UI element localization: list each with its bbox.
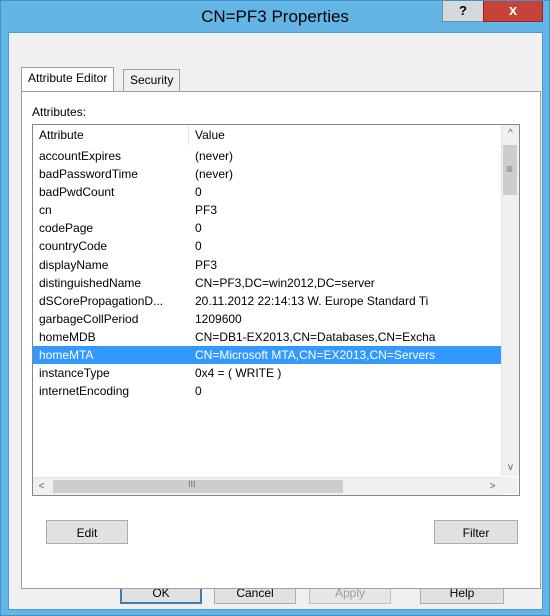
list-row[interactable]: instanceType 0x4 = ( WRITE ) bbox=[33, 364, 501, 382]
grip-icon: ≡ bbox=[506, 162, 514, 176]
help-title-button[interactable]: ? bbox=[442, 1, 484, 22]
attr-value: 0 bbox=[195, 185, 202, 200]
list-row[interactable]: displayName PF3 bbox=[33, 256, 501, 274]
scroll-corner bbox=[501, 477, 518, 494]
list-row[interactable]: badPwdCount 0 bbox=[33, 183, 501, 201]
list-row[interactable]: homeMDB CN=DB1-EX2013,CN=Databases,CN=Exc… bbox=[33, 328, 501, 346]
list-row-selected[interactable]: homeMTA CN=Microsoft MTA,CN=EX2013,CN=Ser… bbox=[33, 346, 501, 365]
list-row[interactable]: dSCorePropagationD... 20.11.2012 22:14:13… bbox=[33, 292, 501, 310]
attr-value: 0 bbox=[195, 239, 202, 254]
attr-name: garbageCollPeriod bbox=[39, 311, 139, 326]
attr-name: badPwdCount bbox=[39, 185, 115, 200]
attr-name: internetEncoding bbox=[39, 384, 130, 399]
attr-value: PF3 bbox=[195, 203, 218, 218]
attr-value: 1209600 bbox=[195, 311, 242, 326]
scroll-down-arrow-icon[interactable]: v bbox=[502, 459, 519, 476]
dialog-client: Attribute Editor Security Attributes: At… bbox=[8, 32, 543, 610]
attr-value: 0x4 = ( WRITE ) bbox=[195, 366, 282, 381]
attr-value: CN=DB1-EX2013,CN=Databases,CN=Excha bbox=[195, 329, 436, 344]
attr-value: 0 bbox=[195, 384, 202, 399]
attributes-label: Attributes: bbox=[32, 105, 87, 119]
scroll-up-arrow-icon[interactable]: ^ bbox=[502, 125, 519, 142]
tab-panel: Attributes: Attribute Value accountExpir… bbox=[21, 91, 541, 589]
list-rows: accountExpires (never) badPasswordTime (ne… bbox=[33, 147, 501, 400]
attr-name: homeMTA bbox=[39, 348, 94, 363]
attr-value: (never) bbox=[195, 149, 234, 163]
attributes-list[interactable]: Attribute Value accountExpires (never) ba… bbox=[32, 124, 520, 496]
list-row[interactable]: countryCode 0 bbox=[33, 237, 501, 255]
vertical-scroll-thumb[interactable]: ≡ bbox=[503, 145, 517, 195]
attr-name: codePage bbox=[39, 221, 94, 236]
attr-name: accountExpires bbox=[39, 149, 122, 163]
edit-button[interactable]: Edit bbox=[46, 520, 128, 544]
list-row[interactable]: codePage 0 bbox=[33, 219, 501, 237]
attr-value: 20.11.2012 22:14:13 W. Europe Standard T… bbox=[195, 293, 429, 308]
close-button[interactable]: x bbox=[483, 1, 543, 22]
list-header: Attribute Value bbox=[33, 125, 501, 145]
tab-attribute-editor[interactable]: Attribute Editor bbox=[21, 67, 115, 91]
horizontal-scrollbar[interactable]: < III > bbox=[33, 477, 501, 495]
list-row[interactable]: badPasswordTime (never) bbox=[33, 165, 501, 183]
attr-name: cn bbox=[39, 203, 52, 218]
attr-name: displayName bbox=[39, 257, 109, 272]
list-row[interactable]: cn PF3 bbox=[33, 201, 501, 219]
attr-name: dSCorePropagationD... bbox=[39, 293, 164, 308]
column-header-attribute[interactable]: Attribute bbox=[33, 125, 189, 145]
attr-name: countryCode bbox=[39, 239, 108, 254]
attr-name: homeMDB bbox=[39, 329, 96, 344]
scroll-left-arrow-icon[interactable]: < bbox=[33, 478, 50, 495]
list-row[interactable]: accountExpires (never) bbox=[33, 147, 501, 165]
attr-value: CN=Microsoft MTA,CN=EX2013,CN=Servers bbox=[195, 348, 436, 363]
vertical-scrollbar[interactable]: ^ ≡ v bbox=[501, 125, 519, 476]
attr-name: badPasswordTime bbox=[39, 167, 138, 182]
attr-value: CN=PF3,DC=win2012,DC=server bbox=[195, 275, 375, 290]
title-bar[interactable]: CN=PF3 Properties ? x bbox=[1, 1, 549, 33]
attr-name: distinguishedName bbox=[39, 275, 142, 290]
attr-value: 0 bbox=[195, 221, 202, 236]
attr-name: instanceType bbox=[39, 366, 110, 381]
column-header-value[interactable]: Value bbox=[189, 125, 501, 145]
attr-value: (never) bbox=[195, 167, 234, 182]
tab-security[interactable]: Security bbox=[123, 69, 181, 91]
horizontal-scroll-thumb[interactable]: III bbox=[53, 479, 343, 493]
list-row[interactable]: distinguishedName CN=PF3,DC=win2012,DC=se… bbox=[33, 274, 501, 292]
properties-window: CN=PF3 Properties ? x Attribute Editor S… bbox=[0, 0, 550, 616]
scroll-right-arrow-icon[interactable]: > bbox=[484, 478, 501, 495]
filter-button[interactable]: Filter bbox=[434, 520, 518, 544]
list-row[interactable]: garbageCollPeriod 1209600 bbox=[33, 310, 501, 328]
list-row[interactable]: internetEncoding 0 bbox=[33, 382, 501, 400]
attr-value: PF3 bbox=[195, 257, 218, 272]
grip-icon: III bbox=[188, 479, 196, 489]
